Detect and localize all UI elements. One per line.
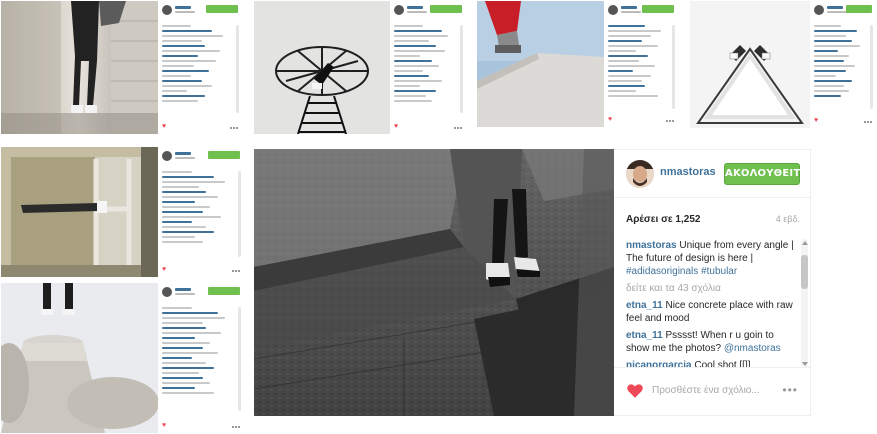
username-placeholder[interactable] bbox=[407, 6, 423, 9]
username-placeholder[interactable] bbox=[827, 6, 843, 9]
post-photo-3-image bbox=[477, 1, 604, 127]
location-placeholder bbox=[407, 11, 427, 13]
post-photo-4[interactable] bbox=[690, 1, 810, 128]
comments-list: nmastoras Unique from every angle | The … bbox=[626, 239, 794, 368]
username-placeholder[interactable] bbox=[621, 6, 637, 9]
ellipsis-icon[interactable] bbox=[864, 121, 872, 123]
ellipsis-icon[interactable]: ••• bbox=[782, 384, 798, 396]
ellipsis-icon[interactable] bbox=[666, 120, 674, 122]
follow-button[interactable] bbox=[430, 5, 462, 13]
username-placeholder[interactable] bbox=[175, 288, 191, 291]
post-username[interactable]: nmastoras bbox=[660, 166, 716, 178]
comment-scrollbar[interactable] bbox=[238, 171, 241, 257]
heart-icon[interactable]: ♥ bbox=[162, 422, 168, 429]
featured-post-image bbox=[254, 149, 614, 416]
comment-lines bbox=[608, 25, 670, 100]
scroll-up-icon[interactable] bbox=[802, 241, 808, 245]
location-placeholder bbox=[827, 11, 847, 13]
avatar[interactable] bbox=[162, 5, 172, 15]
post-side-1: ♥ bbox=[158, 1, 242, 134]
avatar[interactable] bbox=[162, 287, 172, 297]
post-side-5: ♥ bbox=[158, 147, 244, 277]
comment-scrollbar[interactable] bbox=[672, 25, 675, 109]
avatar[interactable] bbox=[394, 5, 404, 15]
featured-post-photo[interactable] bbox=[254, 149, 614, 416]
comment-item: etna_11 Psssst! When r u goin to show me… bbox=[626, 329, 794, 355]
username-placeholder[interactable] bbox=[175, 152, 191, 155]
scroll-down-icon[interactable] bbox=[802, 362, 808, 366]
post-side-3: ♥ bbox=[604, 1, 678, 127]
comment-scrollbar[interactable] bbox=[236, 25, 239, 113]
caption-hashtags[interactable]: #adidasoriginals #tubular bbox=[626, 266, 737, 277]
avatar[interactable] bbox=[626, 160, 654, 188]
post-photo-2[interactable] bbox=[254, 1, 390, 134]
comment-username[interactable]: etna_11 bbox=[626, 300, 663, 311]
comment-item: etna_11 Nice concrete place with raw fee… bbox=[626, 299, 794, 325]
ellipsis-icon[interactable] bbox=[230, 127, 238, 129]
view-all-comments-link[interactable]: δείτε και τα 43 σχόλια bbox=[626, 282, 794, 295]
avatar[interactable] bbox=[814, 5, 824, 15]
avatar-image bbox=[626, 160, 654, 188]
comment-lines bbox=[814, 25, 868, 100]
featured-post-panel: nmastoras ΑΚΟΛΟΥΘΕΙΤΕ Αρέσει σε 1,252 4 … bbox=[614, 149, 811, 416]
scrollbar-thumb[interactable] bbox=[801, 255, 808, 289]
follow-button[interactable] bbox=[846, 5, 872, 13]
comment-scrollbar[interactable] bbox=[460, 25, 463, 113]
heart-icon[interactable]: ♥ bbox=[162, 123, 168, 130]
comment-lines bbox=[162, 25, 234, 105]
likes-count[interactable]: Αρέσει σε 1,252 bbox=[626, 214, 700, 225]
follow-button[interactable] bbox=[208, 287, 240, 295]
ellipsis-icon[interactable] bbox=[232, 270, 240, 272]
post-header: nmastoras ΑΚΟΛΟΥΘΕΙΤΕ bbox=[614, 150, 810, 198]
post-photo-5[interactable] bbox=[1, 147, 158, 277]
follow-button[interactable] bbox=[208, 151, 240, 159]
comment-scrollbar[interactable] bbox=[870, 25, 873, 109]
post-photo-3[interactable] bbox=[477, 1, 604, 127]
follow-button[interactable] bbox=[206, 5, 238, 13]
heart-icon[interactable]: ♥ bbox=[162, 266, 168, 273]
post-side-4: ♥ bbox=[810, 1, 876, 128]
follow-button[interactable]: ΑΚΟΛΟΥΘΕΙΤΕ bbox=[724, 163, 807, 185]
post-side-6: ♥ bbox=[158, 283, 244, 433]
comment-lines bbox=[162, 171, 236, 246]
post-age: 4 εβδ. bbox=[775, 214, 800, 224]
comment-username[interactable]: etna_11 bbox=[626, 330, 663, 341]
post-photo-5-image bbox=[1, 147, 158, 277]
post-footer: Προσθέστε ένα σχόλιο... ••• bbox=[614, 367, 810, 415]
ellipsis-icon[interactable] bbox=[454, 127, 462, 129]
avatar[interactable] bbox=[162, 151, 172, 161]
heart-icon[interactable]: ♥ bbox=[608, 116, 614, 123]
avatar[interactable] bbox=[608, 5, 618, 15]
comment-lines bbox=[394, 25, 458, 105]
ellipsis-icon[interactable] bbox=[232, 426, 240, 428]
heart-icon[interactable] bbox=[626, 382, 644, 400]
post-caption: nmastoras Unique from every angle | The … bbox=[626, 239, 794, 278]
caption-username[interactable]: nmastoras bbox=[626, 240, 677, 251]
post-photo-2-image bbox=[254, 1, 390, 134]
comment-mention[interactable]: @nmastoras bbox=[724, 343, 781, 354]
post-photo-6[interactable] bbox=[1, 283, 158, 433]
location-placeholder bbox=[175, 11, 195, 13]
username-placeholder[interactable] bbox=[175, 6, 191, 9]
comments-scrollbar[interactable] bbox=[801, 239, 808, 368]
add-comment-input[interactable]: Προσθέστε ένα σχόλιο... bbox=[652, 385, 760, 396]
post-photo-4-image bbox=[690, 1, 810, 128]
comment-scrollbar[interactable] bbox=[238, 307, 241, 411]
post-photo-1[interactable] bbox=[1, 1, 158, 134]
location-placeholder bbox=[621, 11, 641, 13]
heart-icon[interactable]: ♥ bbox=[814, 117, 820, 124]
heart-icon[interactable]: ♥ bbox=[394, 123, 400, 130]
follow-button[interactable] bbox=[642, 5, 674, 13]
post-photo-1-image bbox=[1, 1, 158, 134]
post-photo-6-image bbox=[1, 283, 158, 433]
comment-lines bbox=[162, 307, 236, 397]
location-placeholder bbox=[175, 157, 195, 159]
post-side-2: ♥ bbox=[390, 1, 466, 134]
location-placeholder bbox=[175, 293, 195, 295]
